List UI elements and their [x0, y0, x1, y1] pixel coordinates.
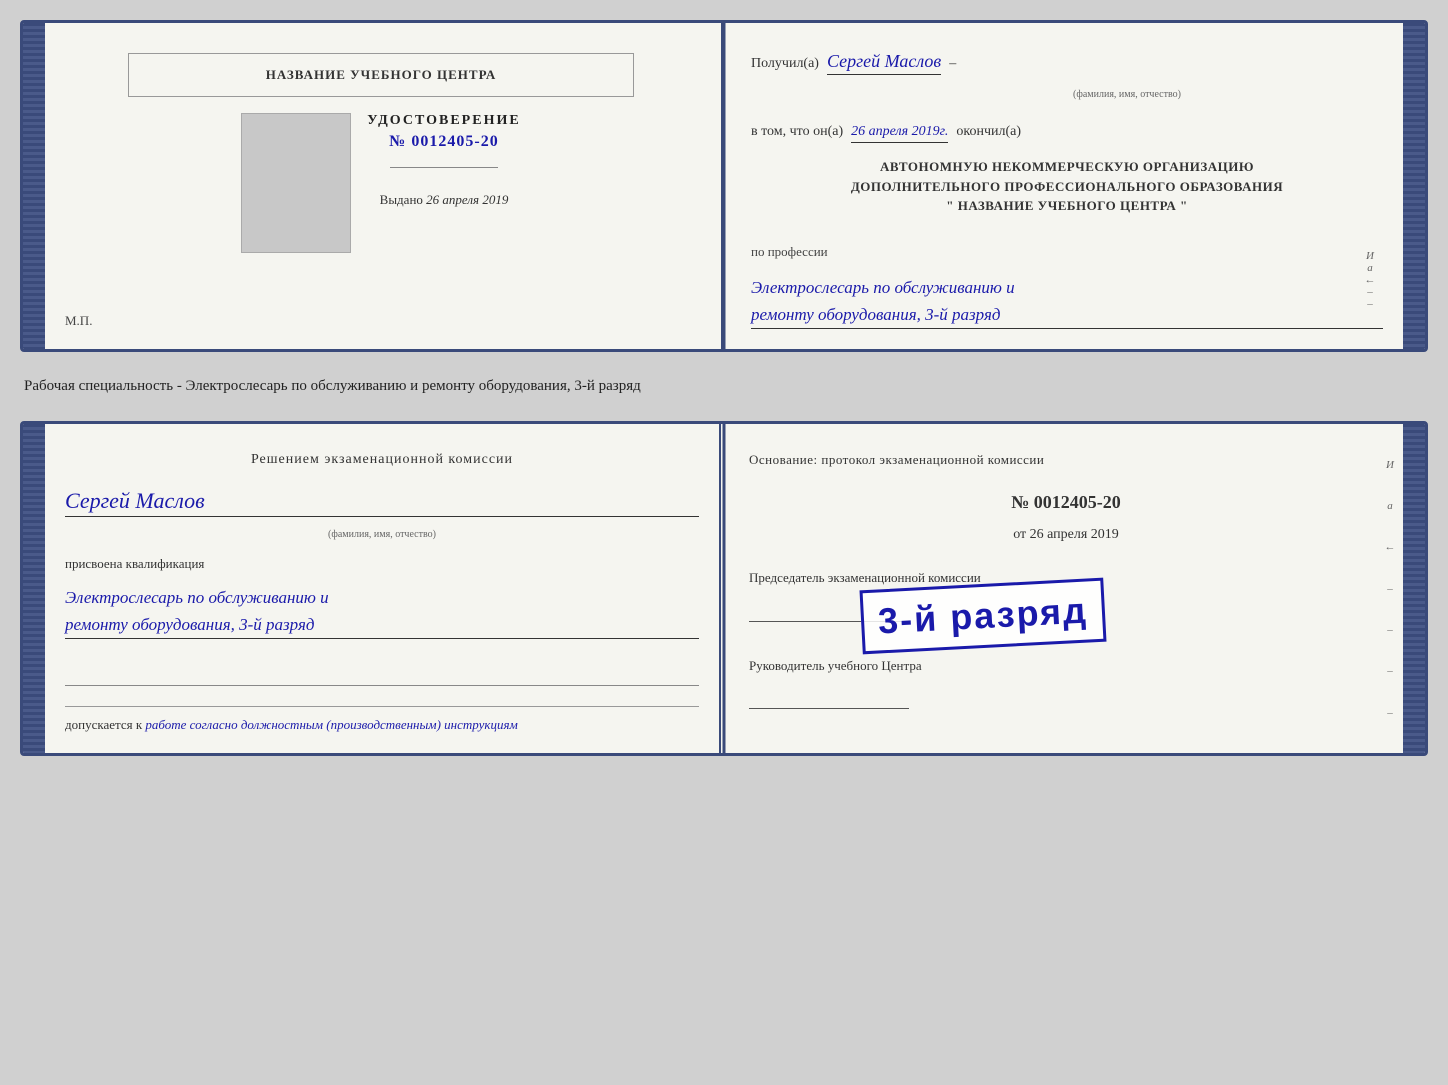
qual-line1: Электрослесарь по обслуживанию и — [65, 584, 699, 611]
doc-inner-1: НАЗВАНИЕ УЧЕБНОГО ЦЕНТРА УДОСТОВЕРЕНИЕ №… — [45, 23, 1403, 349]
finished-label: окончил(а) — [956, 124, 1021, 140]
protocol-date: от 26 апреля 2019 — [749, 527, 1383, 543]
side-mark-2g: – — [1387, 707, 1393, 719]
cert-number: № 0012405-20 — [367, 133, 520, 151]
stamp: 3-й разряд — [859, 578, 1106, 655]
school-name-box-1: НАЗВАНИЕ УЧЕБНОГО ЦЕНТРА — [128, 53, 634, 97]
stamp-grade: 3-й разряд — [877, 589, 1089, 642]
side-marks-2: И а ← – – – – — [1383, 444, 1397, 733]
cert-center-1: УДОСТОВЕРЕНИЕ № 0012405-20 Выдано 26 апр… — [367, 113, 520, 208]
received-label: Получил(а) — [751, 56, 819, 72]
side-mark-1e: – — [1367, 298, 1373, 310]
head-label: Руководитель учебного Центра — [749, 658, 1383, 674]
protocol-number: № 0012405-20 — [749, 492, 1383, 513]
cert-title: УДОСТОВЕРЕНИЕ — [367, 113, 520, 129]
mp-label: М.П. — [65, 313, 92, 329]
left-row-1: УДОСТОВЕРЕНИЕ № 0012405-20 Выдано 26 апр… — [241, 113, 520, 253]
doc2-right: Основание: протокол экзаменационной коми… — [721, 424, 1403, 753]
side-mark-1d: – — [1367, 286, 1373, 298]
spine-right-2 — [1403, 424, 1425, 753]
allowed-italic: работе согласно должностным (производств… — [145, 717, 517, 732]
that-label: в том, что он(а) — [751, 124, 843, 140]
date-prefix: от — [1013, 527, 1026, 542]
middle-text: Рабочая специальность - Электрослесарь п… — [20, 370, 1428, 403]
allowed-line: допускается к работе согласно должностны… — [65, 706, 699, 733]
qualification-value: Электрослесарь по обслуживанию и ремонту… — [65, 584, 699, 639]
profession-line2: ремонту оборудования, 3-й разряд — [751, 301, 1383, 328]
spine-right-1 — [1403, 23, 1425, 349]
protocol-date-value: 26 апреля 2019 — [1030, 527, 1119, 542]
page-wrapper: НАЗВАНИЕ УЧЕБНОГО ЦЕНТРА УДОСТОВЕРЕНИЕ №… — [20, 20, 1428, 756]
divider-1 — [390, 167, 497, 168]
dash-1: – — [949, 56, 956, 72]
document-card-1: НАЗВАНИЕ УЧЕБНОГО ЦЕНТРА УДОСТОВЕРЕНИЕ №… — [20, 20, 1428, 352]
spine-left-1 — [23, 23, 45, 349]
completion-date: 26 апреля 2019г. — [851, 124, 948, 143]
photo-placeholder-1 — [241, 113, 351, 253]
doc-inner-2: Решением экзаменационной комиссии Сергей… — [45, 424, 1403, 753]
person-name-large: Сергей Маслов — [65, 488, 699, 517]
qual-line2: ремонту оборудования, 3-й разряд — [65, 611, 699, 638]
org-line1: АВТОНОМНУЮ НЕКОММЕРЧЕСКУЮ ОРГАНИЗАЦИЮ — [751, 157, 1383, 177]
fio-label-2: (фамилия, имя, отчество) — [65, 529, 699, 540]
allowed-text: допускается к — [65, 717, 142, 732]
profession-label: по профессии — [751, 244, 1383, 260]
issued-date: 26 апреля 2019 — [426, 192, 508, 207]
side-mark-2c: ← — [1385, 541, 1396, 553]
qualification-label: присвоена квалификация — [65, 556, 699, 572]
spine-left-2 — [23, 424, 45, 753]
issued-line: Выдано 26 апреля 2019 — [380, 192, 509, 208]
cert-title-block: УДОСТОВЕРЕНИЕ № 0012405-20 — [367, 113, 520, 151]
doc-left-1: НАЗВАНИЕ УЧЕБНОГО ЦЕНТРА УДОСТОВЕРЕНИЕ №… — [45, 23, 723, 349]
org-block: АВТОНОМНУЮ НЕКОММЕРЧЕСКУЮ ОРГАНИЗАЦИЮ ДО… — [751, 157, 1383, 216]
divider-bottom — [65, 685, 699, 686]
allowed-block — [65, 651, 699, 694]
side-mark-2d: – — [1387, 583, 1393, 595]
side-mark-2a: И — [1386, 459, 1394, 471]
side-mark-2b: а — [1387, 500, 1393, 512]
recipient-name: Сергей Маслов — [827, 51, 941, 75]
org-line3: " НАЗВАНИЕ УЧЕБНОГО ЦЕНТРА " — [751, 196, 1383, 216]
decision-title: Решением экзаменационной комиссии — [65, 452, 699, 468]
side-mark-1a: И — [1366, 250, 1374, 262]
org-line2: ДОПОЛНИТЕЛЬНОГО ПРОФЕССИОНАЛЬНОГО ОБРАЗО… — [751, 177, 1383, 197]
side-mark-2e: – — [1387, 624, 1393, 636]
profession-line1: Электрослесарь по обслуживанию и — [751, 274, 1383, 301]
side-mark-1b: а — [1367, 262, 1373, 274]
school-name-text-1: НАЗВАНИЕ УЧЕБНОГО ЦЕНТРА — [266, 67, 497, 83]
doc2-left: Решением экзаменационной комиссии Сергей… — [45, 424, 721, 753]
issued-label: Выдано — [380, 192, 423, 207]
profession-value: Электрослесарь по обслуживанию и ремонту… — [751, 274, 1383, 329]
side-mark-2f: – — [1387, 665, 1393, 677]
document-card-2: Решением экзаменационной комиссии Сергей… — [20, 421, 1428, 756]
doc-right-1: Получил(а) Сергей Маслов – (фамилия, имя… — [723, 23, 1403, 349]
side-mark-1c: ← — [1365, 274, 1376, 286]
basis-title: Основание: протокол экзаменационной коми… — [749, 452, 1383, 468]
that-row: в том, что он(а) 26 апреля 2019г. окончи… — [751, 120, 1383, 143]
signature-line-2 — [749, 708, 909, 709]
fio-label-1: (фамилия, имя, отчество) — [871, 89, 1383, 100]
received-row: Получил(а) Сергей Маслов – — [751, 51, 1383, 75]
